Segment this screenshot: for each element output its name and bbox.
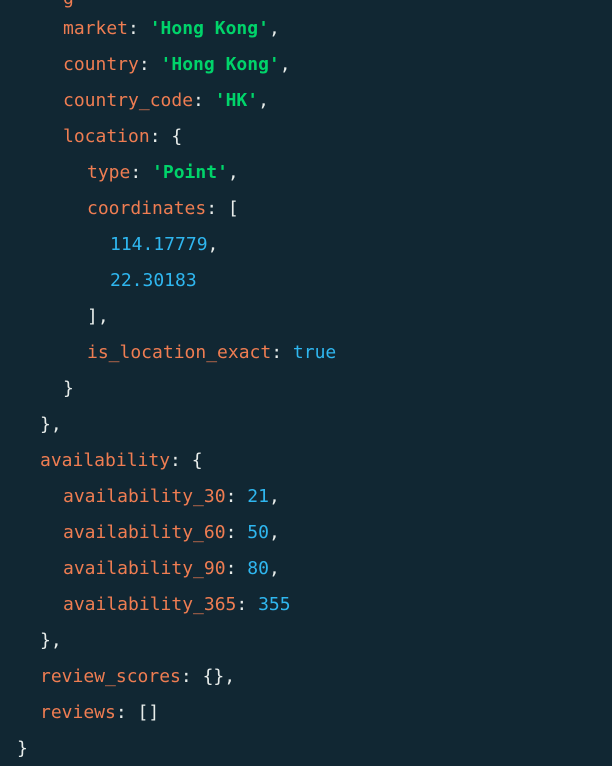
code-line-reviews: reviews: [] (40, 702, 160, 723)
type-value: 'Point' (152, 162, 228, 183)
reviews-key: reviews (40, 702, 116, 723)
availability-30-value: 21 (247, 486, 269, 507)
code-line-location: location: { (63, 126, 183, 147)
review-scores-value: {} (202, 666, 225, 687)
code-line-is-location-exact: is_location_exact: true (87, 342, 337, 363)
availability-key: availability (40, 450, 171, 471)
partial-key: g (63, 0, 74, 9)
code-line-availability-365: availability_365: 355 (63, 594, 291, 615)
code-line-country: country: 'Hong Kong', (63, 54, 291, 75)
type-key: type (87, 162, 131, 183)
availability-365-key: availability_365 (63, 594, 237, 615)
code-line-availability-close: }, (40, 630, 62, 651)
code-line-availability-90: availability_90: 80, (63, 558, 280, 579)
code-line-country-code: country_code: 'HK', (63, 90, 269, 111)
availability-60-key: availability_60 (63, 522, 226, 543)
country-value: 'Hong Kong' (160, 54, 280, 75)
coordinates-key: coordinates (87, 198, 207, 219)
is-location-exact-key: is_location_exact (87, 342, 272, 363)
code-line-type: type: 'Point', (87, 162, 239, 183)
availability-90-key: availability_90 (63, 558, 226, 579)
code-line-longitude: 114.17779, (110, 234, 219, 255)
availability-60-value: 50 (247, 522, 269, 543)
code-line-review-scores: review_scores: {}, (40, 666, 236, 687)
country-code-key: country_code (63, 90, 194, 111)
code-line-availability-60: availability_60: 50, (63, 522, 280, 543)
reviews-value: [] (137, 702, 160, 723)
code-line-latitude: 22.30183 (110, 263, 197, 299)
code-line-availability: availability: { (40, 450, 203, 471)
longitude-value: 114.17779 (110, 234, 208, 255)
code-line-coordinates: coordinates: [ (87, 198, 239, 219)
code-line-availability-30: availability_30: 21, (63, 486, 280, 507)
code-line-coordinates-close: ], (87, 306, 109, 327)
location-key: location (63, 126, 150, 147)
market-value: 'Hong Kong' (149, 18, 269, 39)
market-key: market (63, 18, 129, 39)
availability-90-value: 80 (247, 558, 269, 579)
is-location-exact-value: true (292, 342, 337, 363)
code-line-location-close: } (63, 378, 74, 399)
country-key: country (63, 54, 139, 75)
availability-365-value: 355 (258, 594, 291, 615)
code-line-document-close: } (17, 738, 28, 759)
code-line-market: market: 'Hong Kong', (63, 18, 280, 39)
code-line-address-close: }, (40, 414, 62, 435)
availability-30-key: availability_30 (63, 486, 226, 507)
latitude-value: 22.30183 (110, 270, 197, 291)
country-code-value: 'HK' (214, 90, 259, 111)
review-scores-key: review_scores (40, 666, 181, 687)
code-viewer: g market: 'Hong Kong', country: 'Hong Ko… (0, 0, 612, 766)
